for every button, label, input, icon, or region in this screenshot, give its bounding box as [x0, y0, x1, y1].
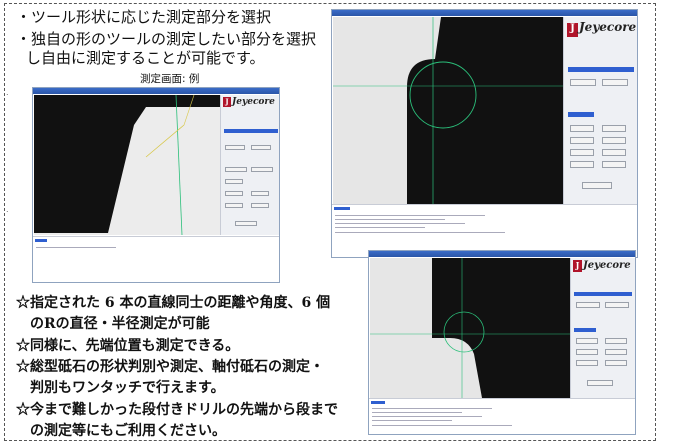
panel-header	[574, 292, 632, 296]
log-header	[35, 239, 47, 242]
screen-caption: 測定画面: 例	[140, 73, 200, 85]
panel-button[interactable]	[225, 145, 245, 150]
panel-button[interactable]	[251, 203, 269, 208]
panel-button[interactable]	[605, 302, 629, 308]
measurement-screen-1: J Jeyecore	[32, 87, 280, 283]
tool-image	[370, 258, 570, 398]
log-line	[372, 412, 462, 413]
panel-button[interactable]	[570, 79, 596, 86]
panel-button[interactable]	[602, 161, 626, 168]
panel-button[interactable]	[602, 149, 626, 156]
tool-image	[333, 17, 563, 204]
tool-image	[34, 95, 220, 235]
panel-button[interactable]	[602, 79, 628, 86]
panel-button[interactable]	[251, 167, 273, 172]
jeyecore-logo: J Jeyecore	[573, 260, 631, 272]
camera-view	[34, 95, 220, 235]
panel-button[interactable]	[602, 125, 626, 132]
panel-button[interactable]	[602, 137, 626, 144]
panel-button[interactable]	[251, 191, 269, 196]
control-panel: J Jeyecore	[570, 258, 635, 398]
feature-bullet-4: ☆今まで難しかった段付きドリルの先端から段まで	[16, 402, 338, 418]
log-line	[335, 219, 445, 220]
panel-button[interactable]	[235, 221, 257, 226]
panel-button[interactable]	[605, 349, 627, 355]
jeyecore-logo: J Jeyecore	[223, 97, 275, 107]
panel-button[interactable]	[225, 203, 243, 208]
log-line	[335, 215, 485, 216]
log-line	[335, 232, 505, 233]
log-line	[372, 416, 482, 417]
paragraph-mark: .	[6, 88, 9, 97]
panel-button[interactable]	[576, 302, 600, 308]
panel-button[interactable]	[570, 137, 594, 144]
log-header	[371, 401, 385, 404]
camera-view	[333, 17, 563, 204]
log-line	[372, 408, 492, 409]
feature-bullet-1-cont: のRの直径・半径測定が可能	[30, 316, 210, 332]
log-header	[334, 207, 350, 210]
log-line	[372, 425, 512, 426]
panel-button[interactable]	[576, 360, 598, 366]
feature-bullet-3: ☆総型砥石の形状判別や測定、軸付砥石の測定・	[16, 359, 324, 375]
panel-header	[568, 67, 634, 72]
panel-button[interactable]	[251, 145, 271, 150]
panel-button[interactable]	[605, 338, 627, 344]
feature-bullet-1: ☆指定された 6 本の直線同士の距離や角度、6 個	[16, 295, 331, 311]
panel-button[interactable]	[570, 161, 594, 168]
panel-button[interactable]	[587, 380, 613, 386]
log-line	[36, 247, 116, 248]
panel-button[interactable]	[570, 149, 594, 156]
result-log	[33, 236, 279, 282]
intro-line-3: し自由に測定することが可能です。	[26, 49, 265, 67]
measurement-screen-2: J Jeyecore	[331, 9, 638, 258]
panel-header	[574, 328, 596, 332]
panel-button[interactable]	[576, 338, 598, 344]
measurement-screen-3: J Jeyecore	[368, 250, 636, 435]
feature-bullet-4-cont: の測定等にもご利用ください。	[30, 423, 226, 439]
panel-button[interactable]	[605, 360, 627, 366]
control-panel: J Jeyecore	[220, 95, 279, 235]
camera-view	[370, 258, 570, 398]
panel-header	[568, 112, 594, 117]
intro-line-2: ・独自の形のツールの測定したい部分を選択	[16, 30, 317, 48]
log-line	[335, 227, 425, 228]
panel-button[interactable]	[225, 167, 247, 172]
feature-bullet-2: ☆同様に、先端位置も測定できる。	[16, 338, 240, 354]
panel-button[interactable]	[576, 349, 598, 355]
jeyecore-logo: J Jeyecore	[567, 20, 636, 37]
feature-bullet-3-cont: 判別もワンタッチで行えます。	[30, 380, 225, 396]
window-titlebar	[332, 10, 637, 16]
intro-line-1: ・ツール形状に応じた測定部分を選択	[16, 8, 272, 26]
log-line	[335, 223, 465, 224]
log-line	[372, 420, 452, 421]
panel-header	[224, 129, 278, 133]
panel-button[interactable]	[225, 191, 243, 196]
result-log	[369, 398, 635, 434]
panel-button[interactable]	[570, 125, 594, 132]
control-panel: J Jeyecore	[563, 17, 637, 204]
panel-button[interactable]	[582, 182, 612, 189]
window-titlebar	[369, 251, 635, 257]
panel-button[interactable]	[225, 179, 243, 184]
window-titlebar	[33, 88, 279, 94]
paragraph-mark: .	[6, 205, 9, 214]
